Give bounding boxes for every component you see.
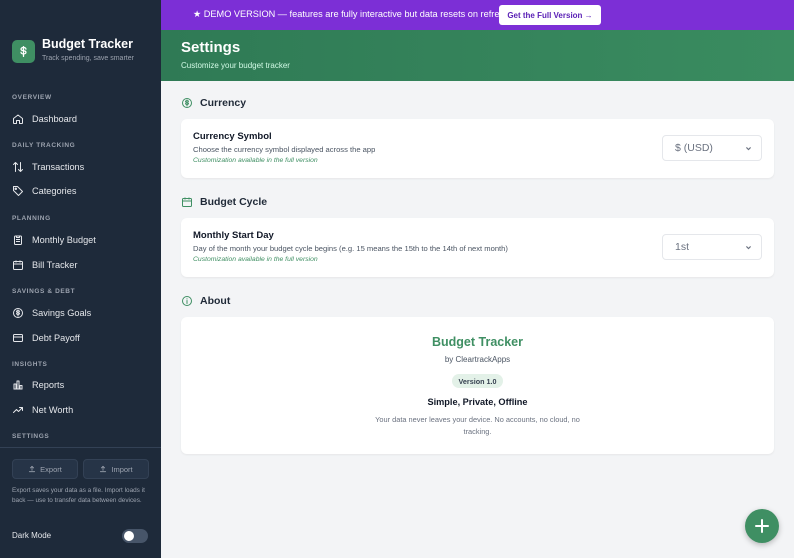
about-description: Your data never leaves your device. No a… [375,415,580,436]
currency-select[interactable]: $ (USD) [662,135,762,161]
sidebar: Budget Tracker Track spending, save smar… [0,0,161,558]
sidebar-item-monthly-budget[interactable]: Monthly Budget [0,228,161,252]
upload-icon [29,465,36,473]
credit-card-icon [13,334,23,342]
budget-cycle-card: Monthly Start Day Day of the month your … [181,218,774,277]
calendar-icon [13,260,23,270]
section-label-daily: DAILY TRACKING [12,142,76,149]
calendar-icon [182,197,192,207]
dollar-circle-icon [13,308,23,318]
about-app-name: Budget Tracker [431,335,523,349]
sidebar-item-label: Reports [32,380,65,390]
sidebar-item-label: Transactions [32,162,85,172]
sidebar-item-debt-payoff[interactable]: Debt Payoff [0,326,161,350]
currency-card: Currency Symbol Choose the currency symb… [181,119,774,178]
clipboard-icon [14,235,22,245]
chevron-down-icon [746,246,751,250]
import-button[interactable]: Import [83,459,149,479]
bar-chart-icon [13,380,23,390]
sidebar-item-label: Debt Payoff [32,333,80,343]
about-author: by CleartrackApps [444,355,511,364]
section-label-settings: SETTINGS [12,433,50,440]
start-day-select[interactable]: 1st [662,234,762,260]
page-title: Settings [181,39,241,56]
sidebar-item-dashboard[interactable]: Dashboard [0,107,161,131]
currency-section-heading: Currency [181,97,246,109]
info-icon [182,296,192,306]
trend-up-icon [13,407,23,413]
monthly-start-day-title: Monthly Start Day [193,230,274,241]
sidebar-item-label: Monthly Budget [32,235,96,245]
home-icon [13,114,23,124]
tag-icon [13,186,23,196]
monthly-start-day-note: Customization available in the full vers… [193,256,318,263]
get-full-version-button[interactable]: Get the Full Version → [499,5,601,25]
dollar-circle-icon [182,98,192,108]
monthly-start-day-desc: Day of the month your budget cycle begin… [193,244,508,253]
export-button[interactable]: Export [12,459,78,479]
page-header: Settings Customize your budget tracker [161,30,794,81]
export-import-note: Export saves your data as a file. Import… [12,487,145,504]
demo-banner-text: ★ DEMO VERSION — features are fully inte… [193,9,510,19]
section-label-planning: PLANNING [12,215,51,222]
currency-symbol-note: Customization available in the full vers… [193,157,318,164]
section-title: Currency [200,97,247,109]
import-label: Import [111,464,133,474]
dark-mode-label: Dark Mode [12,531,52,540]
page-subtitle: Customize your budget tracker [181,61,290,70]
about-section-heading: About [181,295,230,307]
section-label-insights: INSIGHTS [12,361,48,368]
sidebar-item-savings-goals[interactable]: Savings Goals [0,301,161,325]
sidebar-item-label: Categories [32,186,77,196]
chevron-down-icon [746,147,751,151]
arrows-swap-icon [13,162,23,172]
upload-icon [100,465,107,473]
budget-cycle-section-heading: Budget Cycle [181,196,267,208]
about-card: Budget Tracker by CleartrackApps Version… [181,317,774,454]
plus-icon [755,519,769,533]
app-name: Budget Tracker [42,37,134,51]
sidebar-item-label: Dashboard [32,114,77,124]
currency-symbol-desc: Choose the currency symbol displayed acr… [193,145,376,154]
demo-banner: ★ DEMO VERSION — features are fully inte… [161,0,794,30]
export-label: Export [40,464,62,474]
sidebar-item-transactions[interactable]: Transactions [0,155,161,179]
section-label-savings: SAVINGS & DEBT [12,288,76,295]
sidebar-item-reports[interactable]: Reports [0,373,161,397]
dollar-logo-icon [12,40,35,63]
currency-symbol-title: Currency Symbol [193,131,272,142]
sidebar-item-label: Net Worth [32,405,74,415]
add-transaction-button[interactable] [745,509,779,543]
version-badge: Version 1.0 [452,374,503,388]
sidebar-item-bill-tracker[interactable]: Bill Tracker [0,253,161,277]
start-day-select-value: 1st [675,241,690,253]
sidebar-item-net-worth[interactable]: Net Worth [0,398,161,422]
currency-select-value: $ (USD) [675,142,713,154]
about-tagline: Simple, Private, Offline [427,397,528,407]
section-title: Budget Cycle [200,196,268,208]
sidebar-divider [0,447,161,448]
dark-mode-toggle[interactable] [122,529,148,543]
sidebar-item-categories[interactable]: Categories [0,179,161,203]
section-label-overview: OVERVIEW [12,94,52,101]
brand: Budget Tracker Track spending, save smar… [12,37,134,63]
section-title: About [200,295,231,307]
sidebar-item-label: Bill Tracker [32,260,78,270]
toggle-knob [124,531,134,541]
sidebar-item-label: Savings Goals [32,308,92,318]
app-tagline: Track spending, save smarter [42,55,134,62]
